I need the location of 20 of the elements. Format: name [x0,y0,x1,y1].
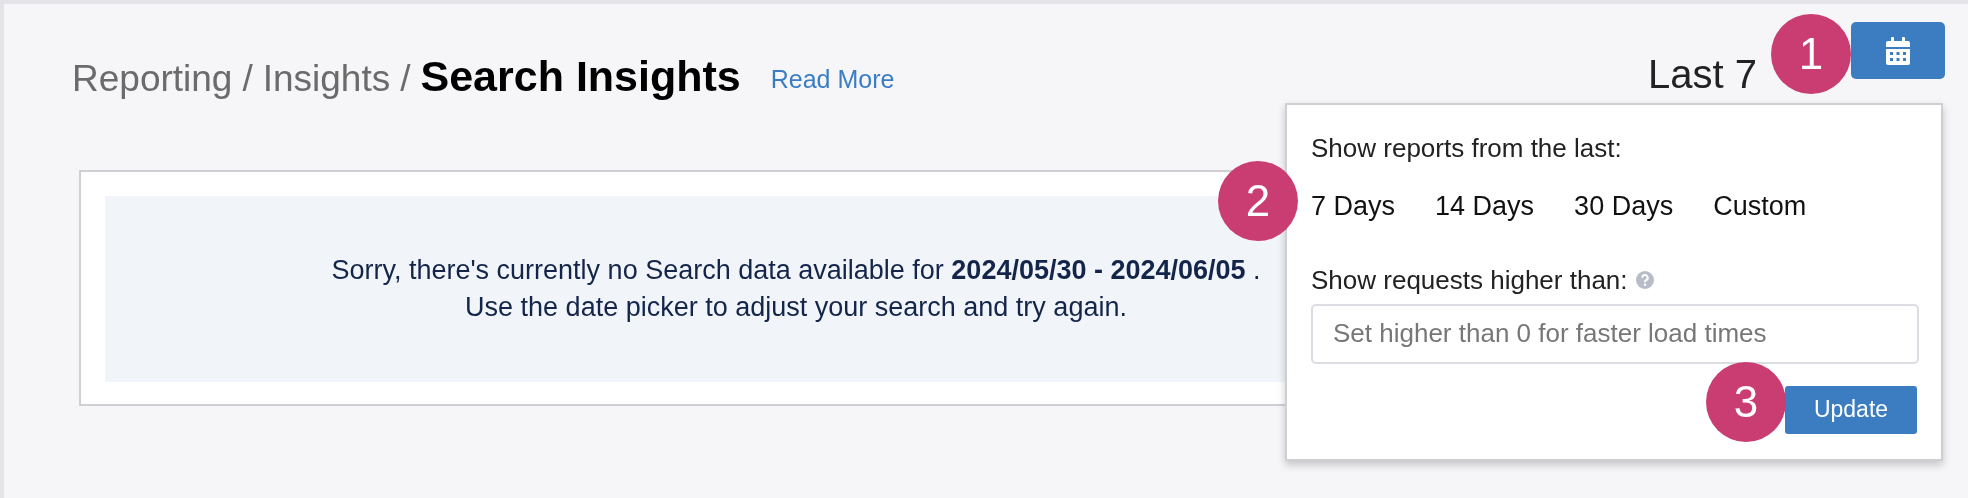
update-button[interactable]: Update [1785,385,1917,434]
breadcrumb-link[interactable]: Insights [262,50,391,107]
range-option[interactable]: 14 Days [1435,186,1535,227]
range-option[interactable]: Custom [1713,186,1807,227]
range-option[interactable]: 7 Days [1311,186,1396,227]
range-label: Show reports from the last: [1311,132,1623,165]
threshold-label: Show requests higher than: [1311,263,1628,297]
calendar-button[interactable] [1851,22,1945,79]
breadcrumb-separator: / [400,56,411,101]
breadcrumb-separator: / [242,56,253,101]
threshold-input[interactable]: Set higher than 0 for faster load times [1311,303,1919,364]
range-option[interactable]: 30 Days [1574,186,1674,227]
date-range-label: Last 7 [1648,51,1757,98]
breadcrumb-link[interactable]: Reporting [72,50,233,107]
calendar-icon [1886,36,1910,65]
empty-message: Use the date picker to adjust your search and try again. [465,291,1127,324]
page-title: Search Insights [420,50,741,102]
callout-badge: 1 [1771,14,1851,94]
read-more-link[interactable]: Read More [770,61,895,99]
empty-message: Sorry, there's currently no Search data available for 2024/05/30 - 2024/06/05 . [331,254,1261,287]
